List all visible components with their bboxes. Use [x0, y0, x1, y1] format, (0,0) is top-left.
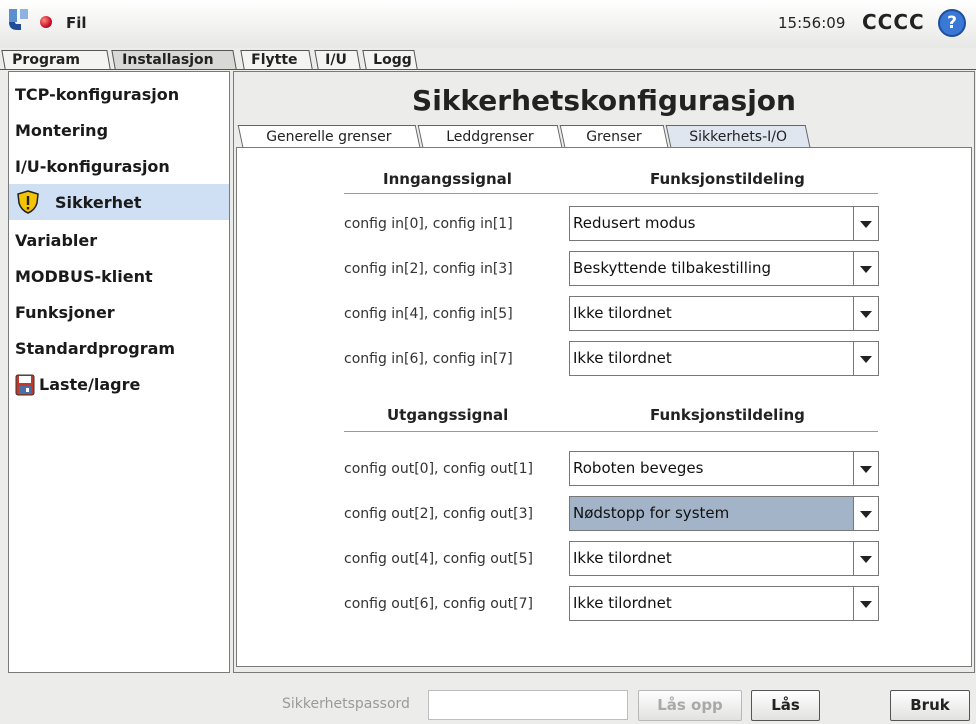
dropdown-value: Beskyttende tilbakestilling	[573, 259, 772, 277]
output-function-dropdown[interactable]: Nødstopp for system	[569, 496, 879, 531]
output-signal-label: config out[6], config out[7]	[344, 596, 533, 612]
subtab-sikkerhets-io[interactable]: Sikkerhets-I/O	[665, 125, 811, 147]
subtab-label: Grenser	[586, 129, 642, 145]
help-icon[interactable]: ?	[938, 9, 966, 37]
dropdown-button[interactable]	[853, 587, 878, 620]
dropdown-button[interactable]	[853, 252, 878, 285]
output-signal-header: Utgangssignal	[387, 406, 509, 424]
input-signal-label: config in[6], config in[7]	[344, 351, 513, 367]
tab-flytte[interactable]: Flytte	[240, 50, 313, 69]
output-function-dropdown[interactable]: Ikke tilordnet	[569, 541, 879, 576]
tab-divider	[0, 69, 976, 70]
sidebar-item-standardprogram[interactable]: Standardprogram	[15, 339, 175, 358]
save-disk-icon	[15, 374, 35, 396]
tab-installasjon[interactable]: Installasjon	[111, 50, 237, 69]
chevron-down-icon	[860, 466, 872, 473]
robot-name: CCCC	[862, 10, 925, 34]
input-function-dropdown[interactable]: Beskyttende tilbakestilling	[569, 251, 879, 286]
tab-label: I/U	[325, 52, 347, 68]
dropdown-value: Ikke tilordnet	[573, 304, 672, 322]
input-header-divider	[344, 193, 878, 194]
sidebar-item-funksjoner[interactable]: Funksjoner	[15, 303, 115, 322]
sidebar-item-laste-lagre[interactable]: Laste/lagre	[39, 375, 140, 394]
password-label: Sikkerhetspassord	[282, 696, 410, 712]
sidebar-item-modbus[interactable]: MODBUS-klient	[15, 267, 153, 286]
output-signal-label: config out[2], config out[3]	[344, 506, 533, 522]
sidebar-item-tcp[interactable]: TCP-konfigurasjon	[15, 85, 179, 104]
input-signal-header: Inngangssignal	[383, 170, 512, 188]
input-function-header: Funksjonstildeling	[650, 170, 805, 188]
dropdown-value: Redusert modus	[573, 214, 696, 232]
dropdown-button[interactable]	[853, 497, 878, 530]
input-function-dropdown[interactable]: Ikke tilordnet	[569, 341, 879, 376]
ur-logo-icon	[9, 9, 28, 30]
chevron-down-icon	[860, 601, 872, 608]
input-signal-label: config in[0], config in[1]	[344, 216, 513, 232]
sidebar: TCP-konfigurasjon Montering I/U-konfigur…	[8, 71, 230, 673]
sidebar-item-montering[interactable]: Montering	[15, 121, 108, 140]
input-signal-label: config in[4], config in[5]	[344, 306, 513, 322]
output-function-dropdown[interactable]: Ikke tilordnet	[569, 586, 879, 621]
tab-label: Logg	[373, 52, 412, 68]
subtab-label: Generelle grenser	[266, 129, 392, 145]
sidebar-item-iu-konfigurasjon[interactable]: I/U-konfigurasjon	[15, 157, 170, 176]
tab-iu[interactable]: I/U	[314, 50, 361, 69]
power-status-icon[interactable]	[40, 16, 52, 28]
subtab-label: Leddgrenser	[446, 129, 534, 145]
subtab-generelle-grenser[interactable]: Generelle grenser	[237, 125, 421, 147]
page-title: Sikkerhetskonfigurasjon	[412, 84, 796, 117]
chevron-down-icon	[860, 266, 872, 273]
dropdown-button[interactable]	[853, 542, 878, 575]
chevron-down-icon	[860, 221, 872, 228]
output-header-divider	[344, 431, 878, 432]
warning-shield-icon	[17, 190, 39, 214]
tab-label: Flytte	[251, 52, 298, 68]
input-signal-label: config in[2], config in[3]	[344, 261, 513, 277]
file-menu[interactable]: Fil	[66, 14, 87, 32]
dropdown-button[interactable]	[853, 342, 878, 375]
apply-button[interactable]: Bruk	[890, 690, 970, 721]
dropdown-value: Ikke tilordnet	[573, 594, 672, 612]
dropdown-value: Ikke tilordnet	[573, 549, 672, 567]
input-function-dropdown[interactable]: Redusert modus	[569, 206, 879, 241]
tab-label: Program	[12, 52, 80, 68]
subtab-label: Sikkerhets-I/O	[689, 129, 788, 145]
dropdown-value: Roboten beveges	[573, 459, 704, 477]
chevron-down-icon	[860, 356, 872, 363]
dropdown-value: Nødstopp for system	[573, 504, 730, 522]
subtab-leddgrenser[interactable]: Leddgrenser	[417, 125, 563, 147]
tab-label: Installasjon	[122, 52, 214, 68]
chevron-down-icon	[860, 311, 872, 318]
sidebar-item-variabler[interactable]: Variabler	[15, 231, 97, 250]
tab-program[interactable]: Program	[1, 50, 111, 69]
dropdown-value: Ikke tilordnet	[573, 349, 672, 367]
output-signal-label: config out[0], config out[1]	[344, 461, 533, 477]
chevron-down-icon	[860, 556, 872, 563]
subtab-grenser[interactable]: Grenser	[559, 125, 669, 147]
sidebar-item-sikkerhet[interactable]: Sikkerhet	[55, 193, 142, 212]
clock: 15:56:09	[778, 14, 846, 32]
chevron-down-icon	[860, 511, 872, 518]
dropdown-button[interactable]	[853, 297, 878, 330]
password-input[interactable]	[428, 690, 628, 720]
dropdown-button[interactable]	[853, 452, 878, 485]
output-function-header: Funksjonstildeling	[650, 406, 805, 424]
output-signal-label: config out[4], config out[5]	[344, 551, 533, 567]
tab-logg[interactable]: Logg	[362, 50, 418, 69]
unlock-button[interactable]: Lås opp	[638, 690, 742, 721]
lock-button[interactable]: Lås	[751, 690, 820, 721]
output-function-dropdown[interactable]: Roboten beveges	[569, 451, 879, 486]
input-function-dropdown[interactable]: Ikke tilordnet	[569, 296, 879, 331]
dropdown-button[interactable]	[853, 207, 878, 240]
